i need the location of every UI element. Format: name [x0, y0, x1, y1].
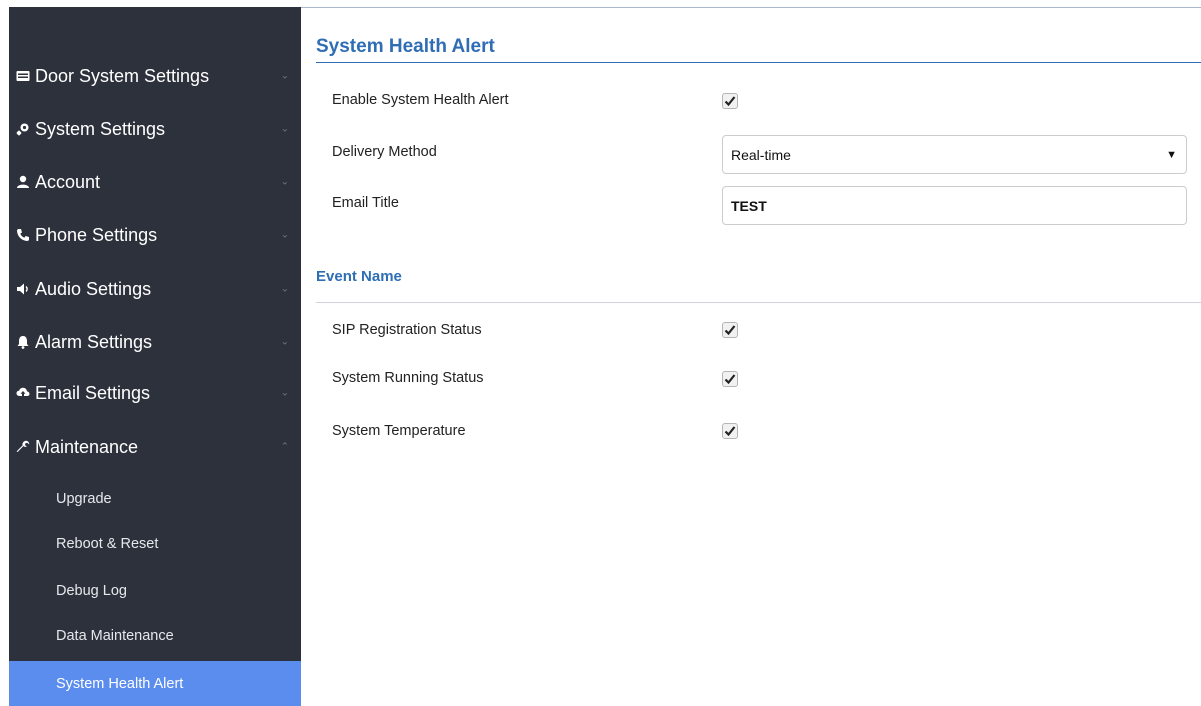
door-system-icon [16, 69, 30, 83]
sidebar-subitem-system-health-alert[interactable]: System Health Alert [9, 661, 301, 706]
bell-icon [16, 335, 30, 349]
email-title-input[interactable] [722, 186, 1187, 225]
checkmark-icon [724, 325, 736, 336]
chevron-down-icon: ⌄ [280, 176, 289, 188]
sidebar-item-label: Phone Settings [35, 224, 158, 245]
event-checkbox-system-running[interactable] [722, 371, 738, 387]
cloud-upload-icon [16, 386, 30, 400]
event-label-system-running: System Running Status [332, 370, 484, 386]
sidebar-subitem-reboot-reset[interactable]: Reboot & Reset [9, 522, 301, 566]
dropdown-arrow-icon: ▼ [1166, 149, 1177, 161]
sidebar-item-label: Email Settings [35, 382, 151, 403]
chevron-down-icon: ⌄ [280, 229, 289, 241]
event-label-sip-registration: SIP Registration Status [332, 322, 482, 338]
delivery-method-label: Delivery Method [332, 144, 437, 160]
chevron-up-icon: ⌃ [280, 441, 289, 453]
title-divider [316, 62, 1201, 63]
enable-alert-label: Enable System Health Alert [332, 92, 509, 108]
checkmark-icon [724, 96, 736, 107]
sidebar-item-email-settings[interactable]: Email Settings ⌄ [9, 373, 301, 413]
section-divider [316, 302, 1201, 303]
sidebar-item-account[interactable]: Account ⌄ [9, 162, 301, 202]
speaker-icon [16, 282, 30, 296]
chevron-down-icon: ⌄ [280, 283, 289, 295]
chevron-down-icon: ⌄ [280, 70, 289, 82]
event-name-heading: Event Name [316, 268, 402, 285]
sidebar-item-label: Audio Settings [35, 278, 152, 299]
system-settings-icon [16, 122, 30, 136]
event-label-system-temperature: System Temperature [332, 423, 466, 439]
wrench-icon [16, 440, 30, 454]
chevron-down-icon: ⌄ [280, 387, 289, 399]
sidebar-subitem-debug-log[interactable]: Debug Log [9, 569, 301, 613]
delivery-method-value: Real-time [731, 146, 791, 163]
sidebar: Door System Settings ⌄ System Settings ⌄… [9, 0, 301, 706]
sidebar-item-phone-settings[interactable]: Phone Settings ⌄ [9, 215, 301, 255]
enable-alert-checkbox[interactable] [722, 93, 738, 109]
sidebar-item-label: Door System Settings [35, 65, 210, 86]
sidebar-item-audio-settings[interactable]: Audio Settings ⌄ [9, 269, 301, 309]
sidebar-item-alarm-settings[interactable]: Alarm Settings ⌄ [9, 322, 301, 362]
sidebar-subitem-upgrade[interactable]: Upgrade [9, 477, 301, 521]
checkmark-icon [724, 426, 736, 437]
user-icon [16, 175, 30, 189]
sidebar-item-label: Account [35, 171, 101, 192]
sidebar-top-edge [9, 0, 301, 7]
email-title-label: Email Title [332, 195, 399, 211]
chevron-down-icon: ⌄ [280, 123, 289, 135]
event-checkbox-sip-registration[interactable] [722, 322, 738, 338]
sidebar-item-maintenance[interactable]: Maintenance ⌃ [9, 427, 301, 467]
top-divider [301, 7, 1201, 8]
page-title: System Health Alert [316, 36, 495, 57]
sidebar-item-label: Alarm Settings [35, 331, 153, 352]
main-content: System Health Alert Enable System Health… [301, 0, 1201, 706]
sidebar-item-label: Maintenance [35, 436, 139, 457]
sidebar-item-system-settings[interactable]: System Settings ⌄ [9, 109, 301, 149]
checkmark-icon [724, 374, 736, 385]
delivery-method-select[interactable]: Real-time ▼ [722, 135, 1187, 174]
event-checkbox-system-temperature[interactable] [722, 423, 738, 439]
sidebar-item-door-system-settings[interactable]: Door System Settings ⌄ [9, 56, 301, 96]
chevron-down-icon: ⌄ [280, 336, 289, 348]
sidebar-item-label: System Settings [35, 118, 166, 139]
phone-icon [16, 228, 30, 242]
sidebar-subitem-data-maintenance[interactable]: Data Maintenance [9, 614, 301, 658]
